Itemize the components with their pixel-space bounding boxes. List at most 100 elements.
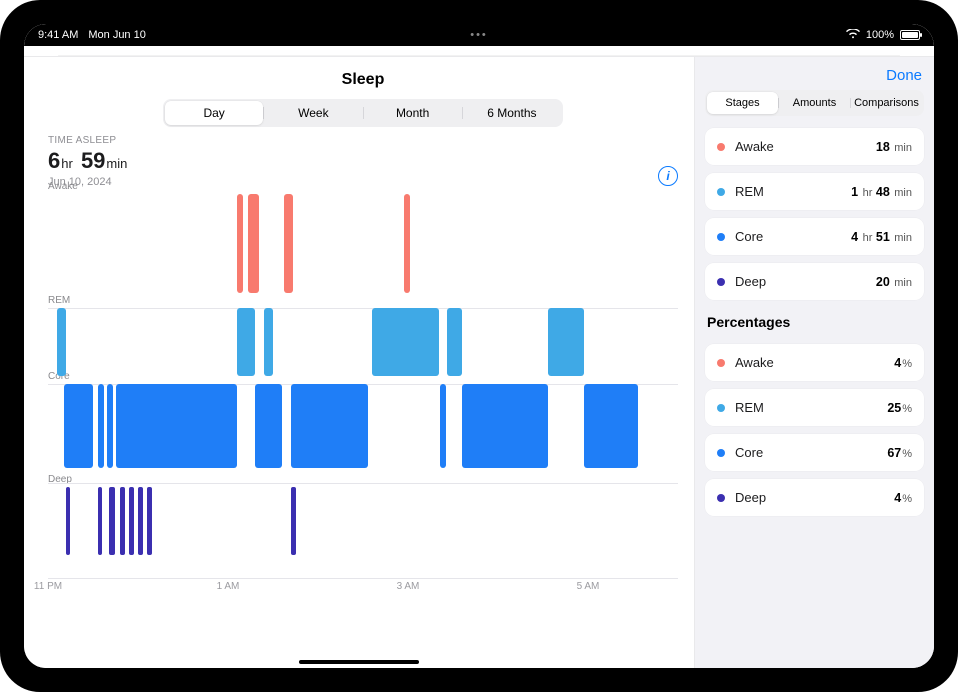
sleep-bar-deep[interactable] [147, 487, 152, 555]
summary-value: 6hr 59min [48, 148, 129, 174]
sleep-bar-core[interactable] [107, 384, 112, 468]
sleep-bar-deep[interactable] [129, 487, 134, 555]
stage-name: REM [735, 400, 764, 415]
stage-name: Deep [735, 490, 766, 505]
list-item-deep[interactable]: Deep 4% [705, 479, 924, 516]
sleep-bar-rem[interactable] [447, 308, 462, 376]
segment-6-months[interactable]: 6 Months [463, 101, 561, 125]
page-title: Sleep [48, 63, 678, 99]
lane-label-rem: REM [48, 295, 70, 308]
segment-month[interactable]: Month [364, 101, 462, 125]
stage-value: 25% [887, 401, 912, 415]
stage-value: 1 hr 48 min [851, 185, 912, 199]
sleep-bar-deep[interactable] [120, 487, 125, 555]
segment-amounts[interactable]: Amounts [779, 92, 850, 114]
sleep-bar-awake[interactable] [248, 194, 259, 293]
sleep-bar-awake[interactable] [237, 194, 243, 293]
sleep-stages-chart[interactable]: AwakeREMCoreDeep 11 PM1 AM3 AM5 AM [48, 194, 678, 592]
sleep-bar-core[interactable] [462, 384, 548, 468]
status-time: 9:41 AM [38, 29, 78, 41]
lane-rem [48, 308, 678, 376]
stages-list: Awake 18 min REM 1 hr 48 min Core4 hr 51 min… [705, 128, 924, 300]
stage-dot-icon [717, 449, 725, 457]
home-indicator[interactable] [299, 660, 419, 664]
sleep-bar-awake[interactable] [404, 194, 410, 293]
lane-label-deep: Deep [48, 474, 72, 487]
list-item-rem[interactable]: REM 25% [705, 389, 924, 426]
info-icon: i [666, 169, 669, 183]
sheet-background-peek [58, 46, 900, 56]
segment-stages[interactable]: Stages [707, 92, 778, 114]
stage-value: 4% [894, 491, 912, 505]
done-button[interactable]: Done [886, 67, 922, 84]
sleep-bar-rem[interactable] [372, 308, 440, 376]
sleep-bar-deep[interactable] [291, 487, 296, 555]
x-tick: 11 PM [34, 581, 62, 592]
sidebar: Done StagesAmountsComparisons Awake 18 mi… [694, 57, 934, 668]
list-item-deep[interactable]: Deep 20 min [705, 263, 924, 300]
sleep-bar-rem[interactable] [548, 308, 584, 376]
lane-label-awake: Awake [48, 181, 78, 194]
lane-core [48, 384, 678, 468]
stage-dot-icon [717, 359, 725, 367]
status-bar: 9:41 AM Mon Jun 10 ••• 100% [24, 24, 934, 46]
stage-value: 18 min [876, 140, 912, 154]
segment-comparisons[interactable]: Comparisons [851, 92, 922, 114]
sleep-bar-core[interactable] [64, 384, 93, 468]
stage-value: 4 hr 51 min [851, 230, 912, 244]
sleep-bar-deep[interactable] [66, 487, 70, 555]
battery-pct: 100% [866, 29, 894, 41]
summary-overline: TIME ASLEEP [48, 135, 129, 146]
stage-name: Awake [735, 139, 774, 154]
stage-dot-icon [717, 188, 725, 196]
app-sheet: Sleep DayWeekMonth6 Months TIME ASLEEP 6… [24, 56, 934, 668]
stage-value: 67% [887, 446, 912, 460]
sleep-bar-deep[interactable] [109, 487, 115, 555]
list-item-core[interactable]: Core4 hr 51 min [705, 218, 924, 255]
stage-dot-icon [717, 278, 725, 286]
stage-name: REM [735, 184, 764, 199]
segment-day[interactable]: Day [165, 101, 263, 125]
gridline [48, 483, 678, 484]
lane-deep [48, 487, 678, 555]
sleep-bar-core[interactable] [98, 384, 104, 468]
x-tick: 1 AM [217, 581, 240, 592]
percentages-list: Awake 4% REM 25% Core 67% Deep 4% [705, 344, 924, 516]
info-button[interactable]: i [658, 166, 678, 186]
sleep-bar-rem[interactable] [237, 308, 255, 376]
sleep-bar-rem[interactable] [264, 308, 273, 376]
stage-name: Awake [735, 355, 774, 370]
stage-name: Deep [735, 274, 766, 289]
sleep-bar-core[interactable] [584, 384, 638, 468]
battery-icon [900, 30, 920, 40]
stage-dot-icon [717, 494, 725, 502]
x-tick: 3 AM [397, 581, 420, 592]
sleep-bar-deep[interactable] [138, 487, 143, 555]
list-item-awake[interactable]: Awake 4% [705, 344, 924, 381]
sleep-bar-awake[interactable] [284, 194, 293, 293]
multitask-dots-icon[interactable]: ••• [470, 29, 488, 41]
detail-segmented[interactable]: StagesAmountsComparisons [705, 90, 924, 116]
sleep-bar-deep[interactable] [98, 487, 102, 555]
stage-dot-icon [717, 233, 725, 241]
list-item-core[interactable]: Core 67% [705, 434, 924, 471]
sleep-bar-core[interactable] [255, 384, 282, 468]
time-range-segmented[interactable]: DayWeekMonth6 Months [163, 99, 563, 127]
lane-awake [48, 194, 678, 293]
stage-value: 20 min [876, 275, 912, 289]
stage-dot-icon [717, 143, 725, 151]
status-date: Mon Jun 10 [88, 29, 145, 41]
stage-name: Core [735, 445, 763, 460]
sleep-bar-core[interactable] [291, 384, 368, 468]
list-item-awake[interactable]: Awake 18 min [705, 128, 924, 165]
stage-dot-icon [717, 404, 725, 412]
main-column: Sleep DayWeekMonth6 Months TIME ASLEEP 6… [24, 57, 694, 668]
screen: 9:41 AM Mon Jun 10 ••• 100% Sleep DayWee… [24, 24, 934, 668]
sleep-bar-core[interactable] [440, 384, 446, 468]
list-item-rem[interactable]: REM 1 hr 48 min [705, 173, 924, 210]
stage-value: 4% [894, 356, 912, 370]
sleep-bar-core[interactable] [116, 384, 237, 468]
segment-week[interactable]: Week [264, 101, 362, 125]
sleep-bar-rem[interactable] [57, 308, 66, 376]
percentages-header: Percentages [707, 314, 922, 330]
